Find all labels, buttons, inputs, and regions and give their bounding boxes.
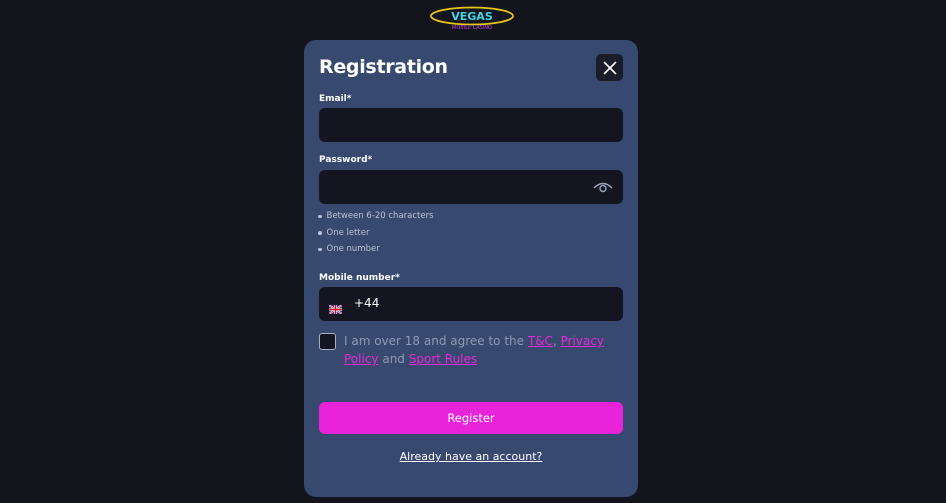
- password-rule: One number: [318, 241, 434, 258]
- email-field-wrapper: [319, 108, 623, 142]
- consent-text: I am over 18 and agree to the T&C, Priva…: [344, 332, 614, 368]
- consent-text-part: I am over 18 and agree to the: [344, 334, 528, 348]
- bullet-icon: [318, 214, 322, 218]
- email-label: Email*: [319, 94, 352, 104]
- registration-modal: Registration Email* Password* Between 6-…: [304, 40, 638, 497]
- password-rule: Between 6-20 characters: [318, 208, 434, 225]
- password-rule-text: One number: [326, 244, 380, 255]
- already-have-account-link[interactable]: Already have an account?: [304, 450, 638, 463]
- uk-flag-icon[interactable]: [328, 299, 343, 315]
- password-rule-text: One letter: [326, 227, 370, 238]
- logo-text: VEGAS: [451, 10, 493, 23]
- close-icon: [602, 60, 617, 75]
- sport-rules-link[interactable]: Sport Rules: [409, 352, 477, 366]
- bullet-icon: [318, 247, 322, 251]
- close-button[interactable]: [596, 54, 623, 81]
- logo-subtext: MOBILE CASINO: [452, 25, 492, 31]
- bullet-icon: [318, 231, 322, 235]
- dial-code: +44: [354, 296, 380, 310]
- password-field-wrapper: [319, 170, 623, 204]
- show-password-eye-icon[interactable]: [593, 179, 613, 195]
- mobile-label: Mobile number*: [319, 273, 400, 283]
- mobile-field-wrapper: +44: [319, 287, 623, 321]
- modal-title: Registration: [319, 56, 448, 78]
- email-field[interactable]: [319, 108, 623, 142]
- password-rules: Between 6-20 characters One letter One n…: [318, 208, 434, 258]
- password-rule-text: Between 6-20 characters: [326, 211, 434, 222]
- consent-separator: ,: [552, 334, 561, 348]
- password-field[interactable]: [319, 170, 623, 204]
- tc-link[interactable]: T&C: [528, 334, 553, 348]
- password-rule: One letter: [318, 225, 434, 242]
- consent-text-part: and: [378, 352, 409, 366]
- vegas-logo[interactable]: VEGAS MOBILE CASINO: [428, 5, 516, 31]
- password-label: Password*: [319, 155, 373, 165]
- register-button[interactable]: Register: [319, 402, 623, 434]
- consent-checkbox[interactable]: [319, 333, 336, 350]
